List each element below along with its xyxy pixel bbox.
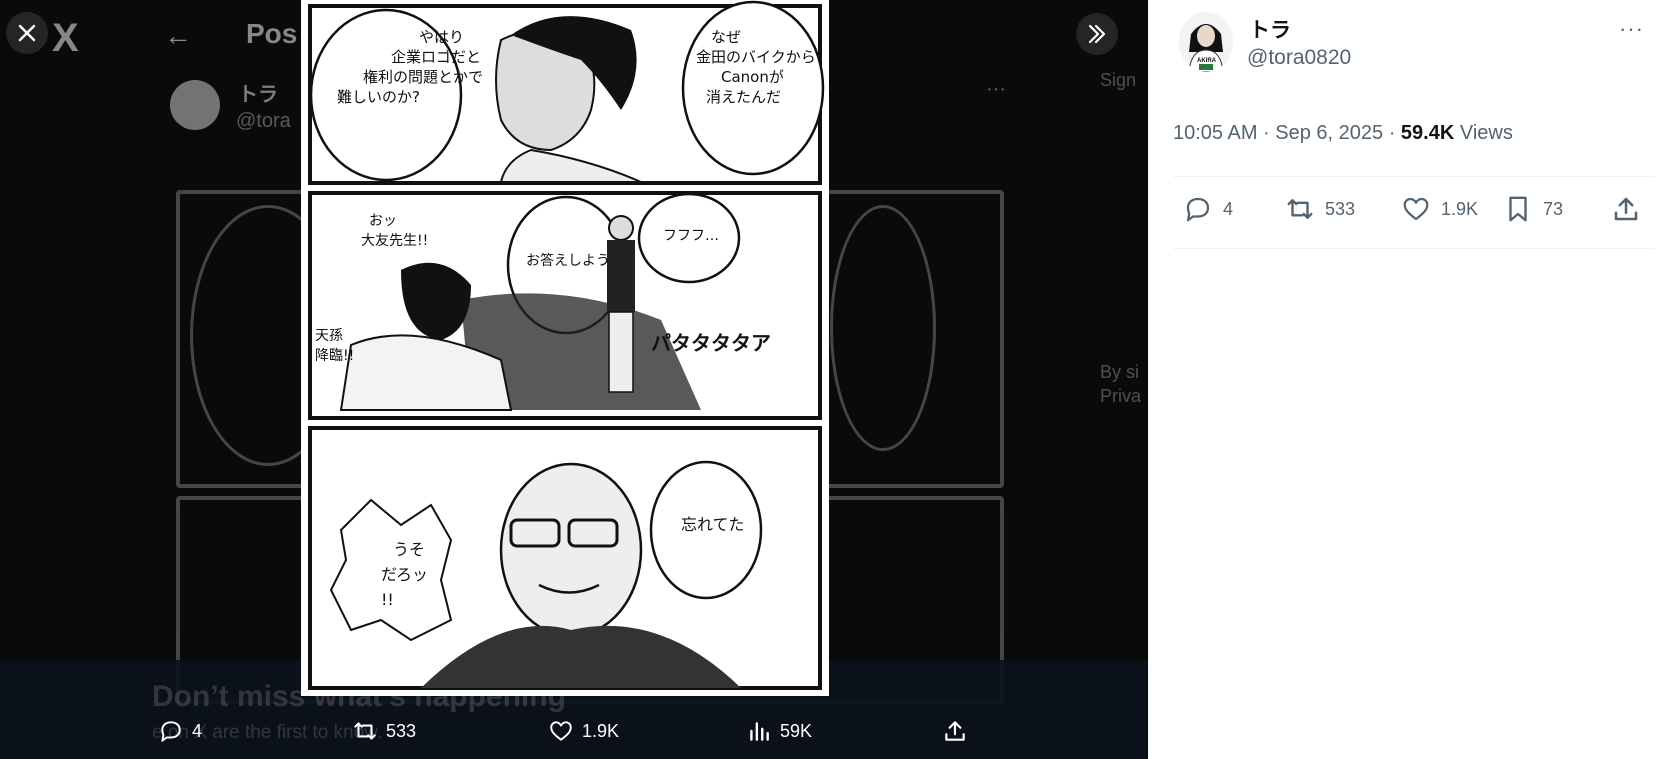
- media-reply-button[interactable]: 4: [158, 713, 202, 749]
- media-repost-button[interactable]: 533: [352, 713, 416, 749]
- background-avatar: [170, 80, 220, 130]
- avatar-text: AKIRA: [1197, 58, 1217, 64]
- close-button[interactable]: [6, 12, 48, 54]
- media-share-button[interactable]: [942, 713, 968, 749]
- background-sidebar-text: Sign: [1100, 70, 1137, 90]
- views-chart-icon: [750, 722, 769, 741]
- share-icon: [1614, 197, 1638, 221]
- background-sidebar-footer-line: By si: [1100, 362, 1140, 382]
- like-button[interactable]: 1.9K: [1401, 194, 1478, 224]
- x-logo: X: [52, 16, 79, 60]
- media-views-count: 59K: [780, 720, 813, 741]
- more-options-icon[interactable]: ···: [1619, 16, 1644, 42]
- repost-icon: [1287, 199, 1313, 219]
- tweet-meta: 10:05 AM · Sep 6, 2025 · 59.4K Views: [1173, 122, 1513, 145]
- media-repost-count: 533: [386, 720, 417, 741]
- repost-icon: [354, 722, 376, 740]
- comic-illustration: やはり 企業ロゴだと 権利の問題とかで 難しいのか? なぜ 金田のバイクから C…: [301, 0, 829, 696]
- comic-sfx: パタタタタア: [651, 331, 771, 355]
- heart-icon: [550, 721, 572, 741]
- repost-button[interactable]: 533: [1285, 194, 1355, 224]
- background-author-handle: @tora: [236, 110, 291, 132]
- back-arrow-icon: ←: [164, 20, 192, 51]
- share-button[interactable]: [1611, 194, 1641, 224]
- divider: [1173, 176, 1653, 177]
- background-sidebar-footer-line: Priva: [1100, 386, 1142, 406]
- bookmark-button[interactable]: 73: [1503, 194, 1563, 224]
- reply-icon: [161, 721, 181, 742]
- reply-icon: [1186, 197, 1210, 222]
- tweet-action-bar: 4 533 1.9K 73: [1149, 190, 1662, 238]
- chevron-double-right-icon: [1088, 24, 1106, 44]
- author-name[interactable]: トラ: [1249, 14, 1291, 44]
- background-author-name: トラ: [238, 84, 278, 106]
- bookmark-icon: [1509, 196, 1527, 222]
- background-speech-bubble: [830, 205, 936, 451]
- media-viewer: X ← Pos トラ @tora ··· Sign By si Priva Do…: [0, 0, 1148, 759]
- divider: [1173, 248, 1653, 249]
- background-more-icon: ···: [986, 78, 1006, 100]
- media-like-count: 1.9K: [582, 720, 620, 741]
- media-views-button[interactable]: 59K: [746, 713, 812, 749]
- media-reply-count: 4: [192, 720, 203, 741]
- bookmark-count: 73: [1543, 198, 1564, 219]
- tweet-detail-panel: AKIRA トラ @tora0820 ··· 10:05 AM · Sep 6,…: [1148, 0, 1662, 759]
- avatar-illustration: AKIRA: [1179, 12, 1233, 72]
- tweet-timestamp[interactable]: 10:05 AM · Sep 6, 2025 ·: [1173, 122, 1401, 144]
- background-sidebar-footer: By si Priva: [1100, 360, 1141, 408]
- tweet-views-value: 59.4K: [1400, 122, 1455, 144]
- background-page-title: Pos: [246, 18, 298, 49]
- expand-panel-button[interactable]: [1076, 13, 1118, 55]
- close-icon: [18, 24, 36, 42]
- reply-count: 4: [1223, 198, 1234, 219]
- share-icon: [945, 721, 965, 741]
- author-handle[interactable]: @tora0820: [1247, 46, 1351, 70]
- heart-icon: [1403, 197, 1429, 221]
- avatar[interactable]: AKIRA: [1179, 12, 1233, 72]
- repost-count: 533: [1325, 198, 1356, 219]
- media-action-bar: 4 533 1.9K 59K: [0, 713, 1148, 753]
- media-like-button[interactable]: 1.9K: [548, 713, 619, 749]
- comic-image[interactable]: やはり 企業ロゴだと 権利の問題とかで 難しいのか? なぜ 金田のバイクから C…: [301, 0, 829, 696]
- tweet-views-label: Views: [1454, 122, 1513, 144]
- reply-button[interactable]: 4: [1183, 194, 1233, 224]
- like-count: 1.9K: [1441, 198, 1479, 219]
